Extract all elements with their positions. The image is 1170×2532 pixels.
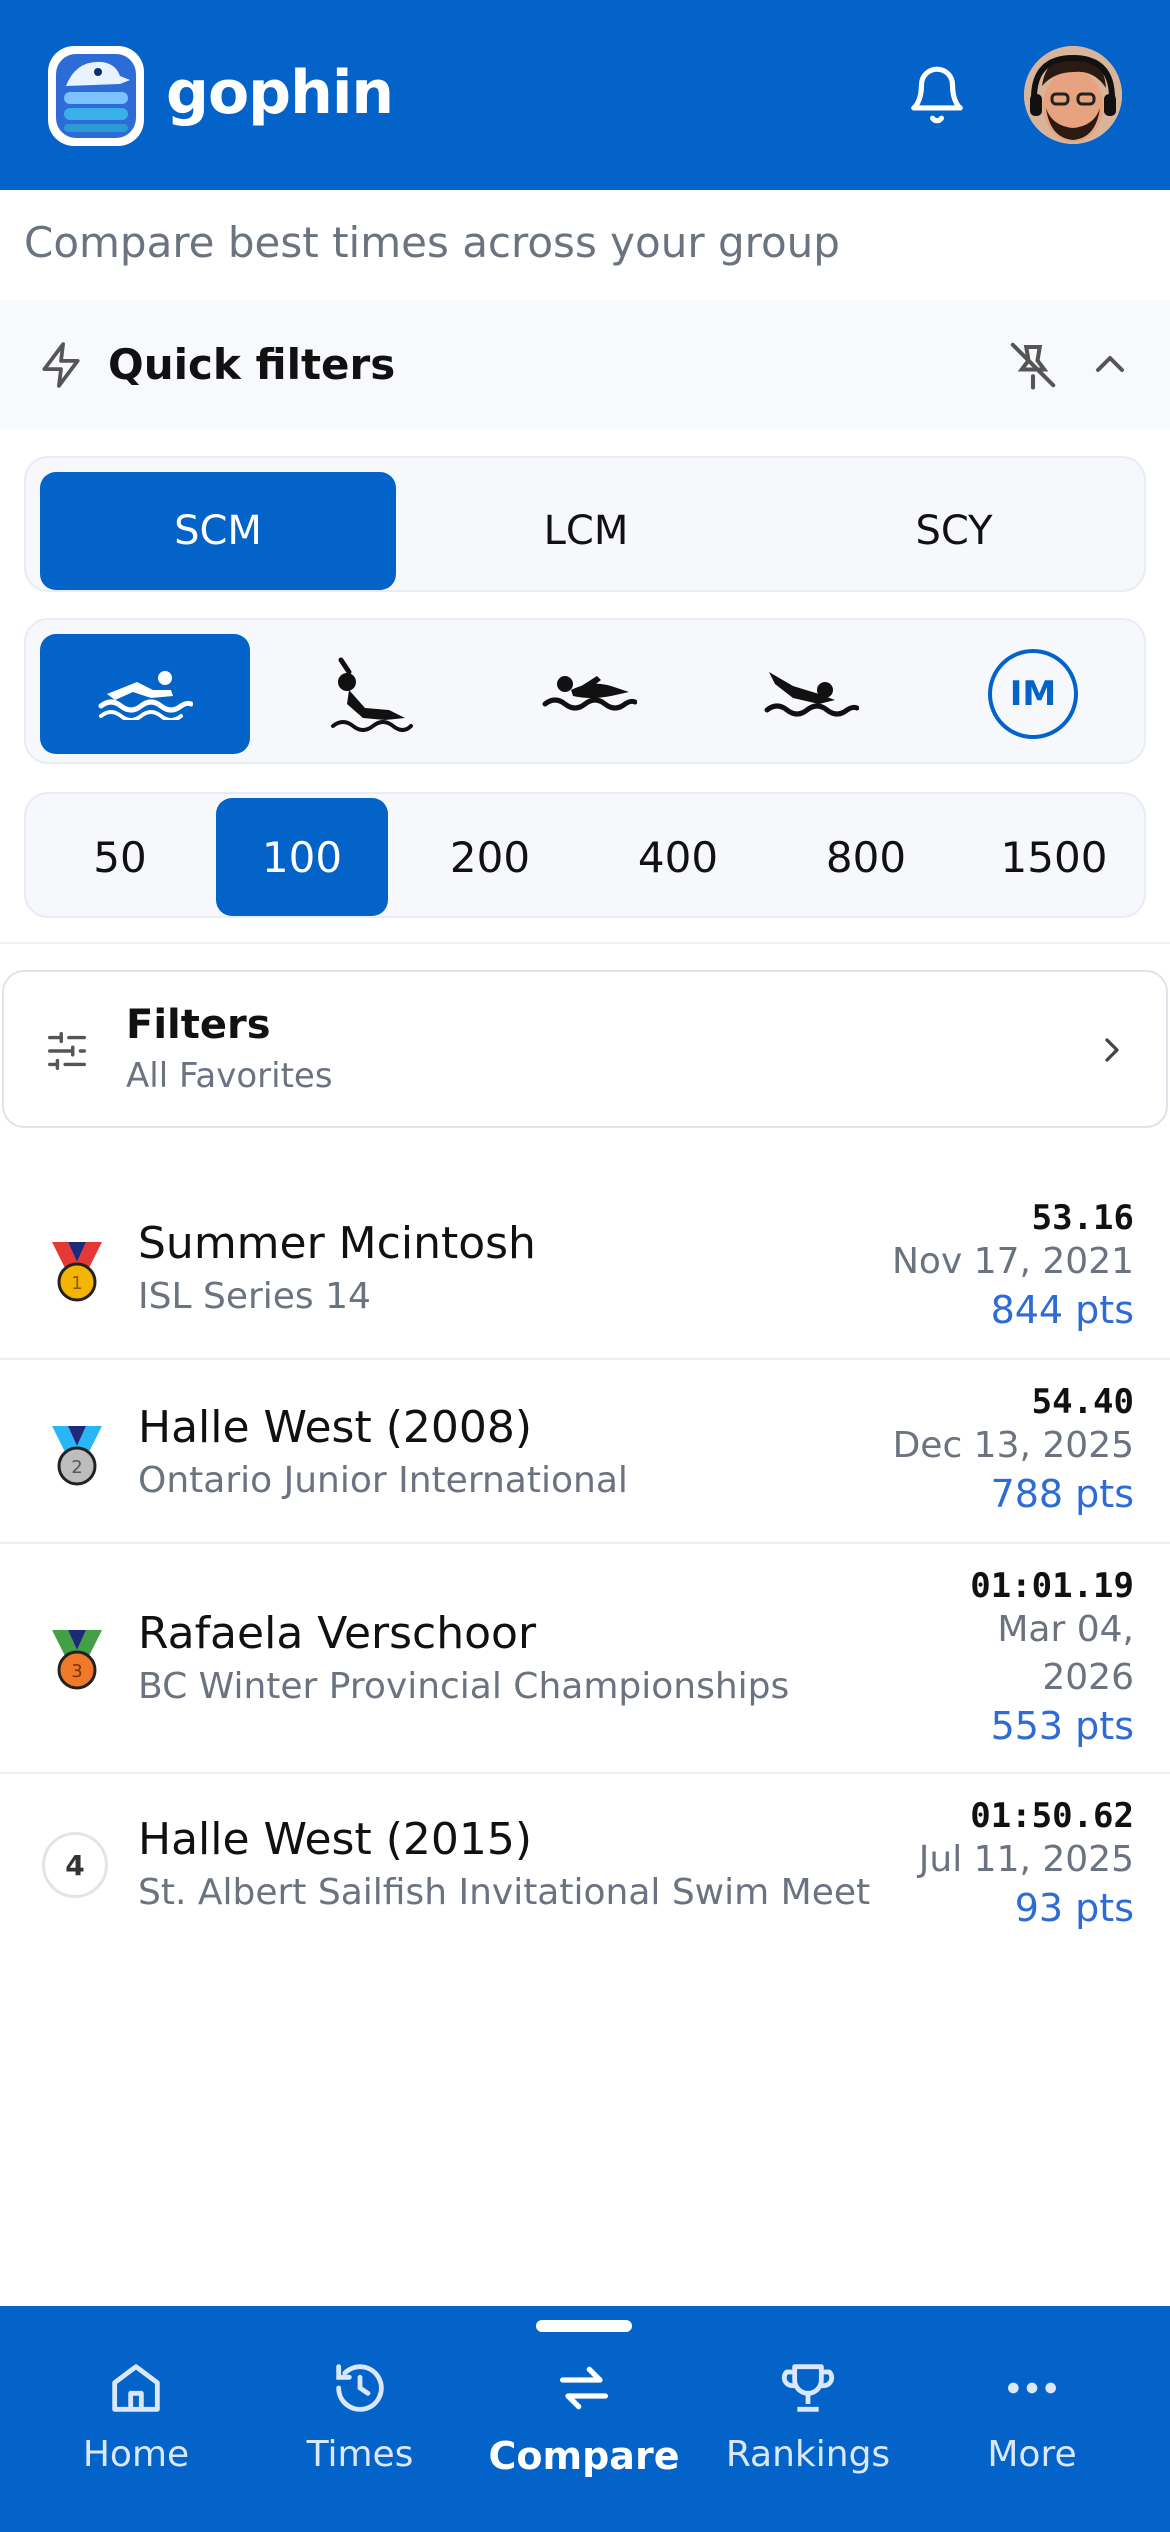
result-time: 01:01.19 — [970, 1566, 1134, 1606]
meet-name: Ontario Junior International — [138, 1460, 628, 1501]
swimmer-name: Halle West (2015) — [138, 1814, 533, 1865]
gold-medal-icon: 1 — [52, 1242, 102, 1302]
result-date-line2: 2026 — [1042, 1657, 1134, 1698]
trophy-icon — [781, 2364, 835, 2412]
result-date-line1: Mar 04, — [997, 1609, 1134, 1650]
compare-icon — [560, 2366, 608, 2410]
course-option-scy[interactable]: SCY — [776, 472, 1132, 590]
distance-option-400[interactable]: 400 — [592, 798, 764, 916]
unpin-icon[interactable] — [1006, 338, 1060, 392]
nav-rankings[interactable]: Rankings — [708, 2356, 908, 2506]
distance-option-200[interactable]: 200 — [404, 798, 576, 916]
result-stats: 53.16 Nov 17, 2021 844 pts — [892, 1198, 1134, 1334]
result-stats: 54.40 Dec 13, 2025 788 pts — [893, 1382, 1134, 1518]
brand-name: gophin — [166, 58, 394, 128]
active-tab-indicator — [536, 2320, 632, 2332]
stroke-option-freestyle[interactable] — [40, 634, 250, 754]
more-icon — [1008, 2382, 1056, 2394]
gophin-logo-icon — [48, 46, 144, 146]
butterfly-icon — [764, 672, 859, 717]
distance-option-50[interactable]: 50 — [34, 798, 206, 916]
sliders-icon — [48, 1032, 86, 1070]
chevron-up-icon[interactable] — [1086, 340, 1134, 388]
lightning-icon — [42, 342, 80, 388]
result-row[interactable]: 3 Rafaela Verschoor BC Winter Provincial… — [0, 1544, 1170, 1774]
result-row[interactable]: 4 Halle West (2015) St. Albert Sailfish … — [0, 1774, 1170, 1958]
nav-home[interactable]: Home — [36, 2356, 236, 2506]
distance-option-800[interactable]: 800 — [780, 798, 952, 916]
result-stats: 01:50.62 Jul 11, 2025 93 pts — [919, 1796, 1134, 1932]
course-option-lcm[interactable]: LCM — [408, 472, 764, 590]
quick-filters-header[interactable]: Quick filters — [0, 300, 1170, 430]
svg-text:2: 2 — [71, 1457, 82, 1478]
distance-option-100[interactable]: 100 — [216, 798, 388, 916]
bell-icon[interactable] — [906, 64, 968, 126]
result-time: 54.40 — [1031, 1382, 1134, 1422]
swimmer-name: Rafaela Verschoor — [138, 1608, 537, 1659]
meet-name: St. Albert Sailfish Invitational Swim Me… — [138, 1872, 871, 1913]
meet-name: ISL Series 14 — [138, 1276, 371, 1317]
nav-times[interactable]: Times — [260, 2356, 460, 2506]
result-row[interactable]: 2 Halle West (2008) Ontario Junior Inter… — [0, 1360, 1170, 1544]
section-divider — [0, 942, 1170, 944]
nav-home-label: Home — [82, 2434, 190, 2475]
bottom-navigation: Home Times Compare Rankings More — [0, 2306, 1170, 2532]
chevron-right-icon — [1105, 1038, 1119, 1062]
course-selector: SCM LCM SCY — [24, 456, 1146, 592]
user-avatar[interactable] — [1024, 46, 1122, 144]
result-time: 53.16 — [1031, 1198, 1134, 1238]
stroke-option-butterfly[interactable] — [706, 634, 916, 754]
history-icon — [336, 2364, 384, 2412]
filters-card[interactable]: Filters All Favorites — [2, 970, 1168, 1128]
swimmer-name: Halle West (2008) — [138, 1402, 533, 1453]
nav-rankings-label: Rankings — [725, 2434, 891, 2475]
svg-text:3: 3 — [71, 1661, 82, 1682]
filters-subtitle: All Favorites — [126, 1056, 333, 1096]
result-points: 844 pts — [990, 1288, 1134, 1332]
result-points: 788 pts — [990, 1472, 1134, 1516]
nav-more[interactable]: More — [932, 2356, 1132, 2506]
freestyle-icon — [98, 671, 193, 720]
result-time: 01:50.62 — [970, 1796, 1134, 1836]
stroke-option-backstroke[interactable] — [262, 634, 472, 754]
result-points: 93 pts — [1014, 1886, 1134, 1930]
app-header: gophin — [0, 0, 1170, 190]
im-badge: IM — [988, 649, 1078, 739]
nav-times-label: Times — [306, 2434, 414, 2475]
home-icon — [112, 2364, 160, 2412]
nav-more-label: More — [987, 2434, 1077, 2475]
result-row[interactable]: 1 Summer Mcintosh ISL Series 14 53.16 No… — [0, 1176, 1170, 1360]
distance-selector: 50 100 200 400 800 1500 — [24, 792, 1146, 918]
breaststroke-icon — [542, 676, 637, 711]
filters-title: Filters — [126, 1002, 271, 1048]
result-stats: 01:01.19 Mar 04, 2026 553 pts — [970, 1566, 1134, 1750]
svg-text:1: 1 — [71, 1273, 82, 1294]
stroke-option-breaststroke[interactable] — [484, 634, 694, 754]
nav-compare[interactable]: Compare — [484, 2356, 684, 2506]
backstroke-icon — [331, 657, 413, 732]
stroke-selector: IM — [24, 618, 1146, 764]
page-subtitle: Compare best times across your group — [24, 218, 840, 267]
result-date: Dec 13, 2025 — [892, 1425, 1134, 1466]
quick-filters-title: Quick filters — [108, 340, 396, 389]
rank-badge: 4 — [42, 1832, 108, 1898]
result-date: Jul 11, 2025 — [918, 1839, 1134, 1880]
result-date: Nov 17, 2021 — [891, 1241, 1134, 1282]
silver-medal-icon: 2 — [52, 1426, 102, 1486]
bronze-medal-icon: 3 — [52, 1630, 102, 1690]
distance-option-1500[interactable]: 1500 — [968, 798, 1140, 916]
meet-name: BC Winter Provincial Championships — [138, 1666, 790, 1707]
nav-compare-label: Compare — [488, 2434, 680, 2478]
stroke-option-im[interactable]: IM — [928, 634, 1138, 754]
swimmer-name: Summer Mcintosh — [138, 1218, 536, 1269]
result-points: 553 pts — [990, 1704, 1134, 1748]
course-option-scm[interactable]: SCM — [40, 472, 396, 590]
